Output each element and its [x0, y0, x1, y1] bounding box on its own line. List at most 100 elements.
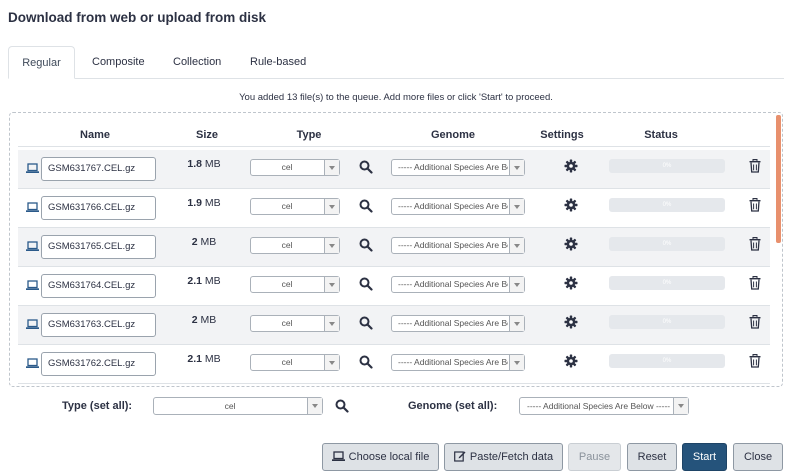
upload-progress-bar: 0%: [609, 159, 725, 173]
file-name-input[interactable]: GSM631762.CEL.gz: [41, 352, 156, 376]
upload-queue-box: Name Size Type Genome Settings Status GS…: [9, 112, 783, 387]
genome-select[interactable]: ----- Additional Species Are Below -----: [391, 354, 525, 371]
file-name-input[interactable]: GSM631767.CEL.gz: [41, 157, 156, 181]
column-size: Size: [195, 129, 219, 141]
genome-select[interactable]: ----- Additional Species Are Below -----: [391, 159, 525, 176]
file-size: 2.1 MB: [178, 275, 230, 287]
file-size: 1.8 MB: [178, 158, 230, 170]
upload-progress-bar: 0%: [609, 237, 725, 251]
file-size-value: 2: [191, 314, 198, 326]
gear-icon[interactable]: [564, 354, 578, 368]
chevron-down-icon: [324, 199, 339, 214]
genome-select-value: ----- Additional Species Are Below -----: [398, 162, 508, 172]
type-select[interactable]: cel: [250, 237, 340, 254]
file-name-input[interactable]: GSM631764.CEL.gz: [41, 274, 156, 298]
type-select[interactable]: cel: [250, 159, 340, 176]
genome-select-value: ----- Additional Species Are Below -----: [398, 240, 508, 250]
column-genome: Genome: [430, 129, 476, 141]
column-settings: Settings: [540, 129, 584, 141]
chevron-down-icon: [509, 238, 524, 253]
file-size-value: 1.9: [187, 197, 202, 209]
trash-icon[interactable]: [749, 198, 761, 212]
tab-collection[interactable]: Collection: [161, 46, 233, 79]
paste-fetch-button[interactable]: Paste/Fetch data: [444, 443, 563, 471]
pause-button[interactable]: Pause: [568, 443, 621, 471]
type-select[interactable]: cel: [250, 276, 340, 293]
genome-select[interactable]: ----- Additional Species Are Below -----: [391, 315, 525, 332]
trash-icon[interactable]: [749, 276, 761, 290]
queue-row: GSM631765.CEL.gz 2 MB cel ----- Additional …: [18, 228, 770, 267]
trash-icon[interactable]: [749, 354, 761, 368]
file-size-unit: MB: [204, 353, 221, 365]
gear-icon[interactable]: [564, 315, 578, 329]
genome-select-value: ----- Additional Species Are Below -----: [398, 318, 508, 328]
laptop-icon: [26, 358, 39, 368]
file-name-input[interactable]: GSM631766.CEL.gz: [41, 196, 156, 220]
upload-progress-bar: 0%: [609, 354, 725, 368]
chevron-down-icon: [324, 277, 339, 292]
genome-select[interactable]: ----- Additional Species Are Below -----: [391, 198, 525, 215]
genome-select-value: ----- Additional Species Are Below -----: [398, 201, 508, 211]
genome-select-value: ----- Additional Species Are Below -----: [398, 357, 508, 367]
file-size-unit: MB: [204, 197, 221, 209]
choose-local-file-label: Choose local file: [348, 451, 430, 463]
genome-select[interactable]: ----- Additional Species Are Below -----: [391, 276, 525, 293]
scrollbar-thumb[interactable]: [776, 115, 781, 243]
search-icon[interactable]: [335, 399, 349, 413]
search-icon[interactable]: [359, 199, 373, 213]
search-icon[interactable]: [359, 316, 373, 330]
column-status: Status: [644, 129, 678, 141]
close-button[interactable]: Close: [733, 443, 783, 471]
laptop-icon: [331, 451, 345, 461]
reset-button[interactable]: Reset: [627, 443, 677, 471]
choose-local-file-button[interactable]: Choose local file: [322, 443, 439, 471]
gear-icon[interactable]: [564, 237, 578, 251]
gear-icon[interactable]: [564, 276, 578, 290]
file-size-value: 2.1: [187, 353, 202, 365]
laptop-icon: [26, 202, 39, 212]
gear-icon[interactable]: [564, 159, 578, 173]
type-select[interactable]: cel: [250, 354, 340, 371]
tab-composite[interactable]: Composite: [80, 46, 157, 79]
trash-icon[interactable]: [749, 237, 761, 251]
type-set-all-select[interactable]: cel: [153, 397, 323, 415]
file-name-input[interactable]: GSM631763.CEL.gz: [41, 313, 156, 337]
file-size-value: 2.1: [187, 275, 202, 287]
type-select[interactable]: cel: [250, 198, 340, 215]
type-select-value: cel: [281, 357, 293, 367]
search-icon[interactable]: [359, 160, 373, 174]
search-icon[interactable]: [359, 238, 373, 252]
type-set-all-value: cel: [224, 401, 236, 411]
laptop-icon: [26, 319, 39, 329]
laptop-icon: [26, 241, 39, 251]
chevron-down-icon: [324, 355, 339, 370]
dialog-title: Download from web or upload from disk: [8, 10, 267, 25]
chevron-down-icon: [307, 398, 322, 414]
trash-icon[interactable]: [749, 159, 761, 173]
gear-icon[interactable]: [564, 198, 578, 212]
type-select[interactable]: cel: [250, 315, 340, 332]
file-size-value: 2: [191, 236, 198, 248]
tab-regular[interactable]: Regular: [8, 46, 75, 79]
upload-progress-bar: 0%: [609, 276, 725, 290]
laptop-icon: [26, 280, 39, 290]
file-size: 2 MB: [178, 236, 230, 248]
search-icon[interactable]: [359, 277, 373, 291]
chevron-down-icon: [509, 355, 524, 370]
genome-select[interactable]: ----- Additional Species Are Below -----: [391, 237, 525, 254]
type-select-value: cel: [281, 201, 293, 211]
file-size: 2 MB: [178, 314, 230, 326]
queue-row: GSM631766.CEL.gz 1.9 MB cel ----- Additiona…: [18, 189, 770, 228]
file-size-unit: MB: [204, 275, 221, 287]
search-icon[interactable]: [359, 355, 373, 369]
genome-set-all-select[interactable]: ----- Additional Species Are Below -----: [519, 397, 689, 415]
file-name-input[interactable]: GSM631765.CEL.gz: [41, 235, 156, 259]
type-set-all-label: Type (set all):: [62, 400, 133, 412]
file-size-value: 1.8: [187, 158, 202, 170]
tab-rule-based[interactable]: Rule-based: [238, 46, 318, 79]
genome-set-all-label: Genome (set all):: [408, 400, 498, 412]
chevron-down-icon: [324, 160, 339, 175]
start-button[interactable]: Start: [682, 443, 727, 471]
upload-progress-bar: 0%: [609, 198, 725, 212]
trash-icon[interactable]: [749, 315, 761, 329]
